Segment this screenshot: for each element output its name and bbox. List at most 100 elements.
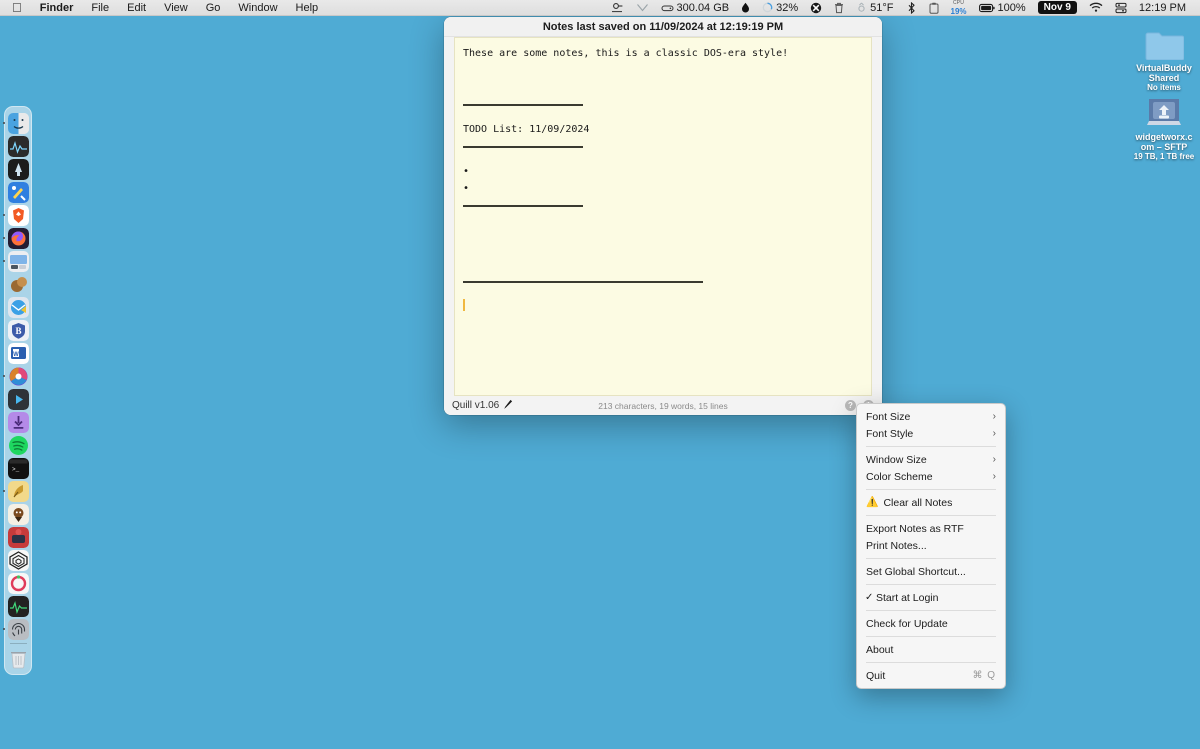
dock-item-firefox[interactable] xyxy=(3,227,30,249)
svg-text:B: B xyxy=(15,326,21,336)
chevron-right-icon: › xyxy=(992,428,996,439)
dock-item-color-wheel[interactable] xyxy=(3,365,30,387)
dock-item-utilities[interactable] xyxy=(6,181,30,203)
menu-item-check-for-update[interactable]: Check for Update xyxy=(857,615,1005,632)
clipboard-icon[interactable] xyxy=(923,2,945,14)
dock-item-monitor-app[interactable] xyxy=(6,595,30,617)
dock-item-finder[interactable] xyxy=(3,112,30,134)
menu-item-window-size[interactable]: Window Size › xyxy=(857,451,1005,468)
ring-app-icon xyxy=(7,572,29,594)
cpu-usage-indicator[interactable]: CPU 19% xyxy=(945,0,973,16)
sketch-app-icon xyxy=(7,503,29,525)
menu-item-about[interactable]: About xyxy=(857,641,1005,658)
dock-item-maze-app[interactable] xyxy=(6,549,30,571)
running-indicator-dot xyxy=(3,490,5,492)
bitwarden-icon: B xyxy=(7,319,29,341)
dock-item-screen-studio[interactable] xyxy=(3,250,30,272)
dock-item-downloads-app[interactable] xyxy=(6,411,30,433)
utilities-icon xyxy=(7,181,29,203)
menu-edit[interactable]: Edit xyxy=(118,0,155,16)
note-line xyxy=(463,62,863,79)
menu-bar-items: Finder File Edit View Go Window Help xyxy=(31,0,327,16)
dock: B W >_ xyxy=(3,106,32,675)
vpn-icon[interactable] xyxy=(630,2,655,13)
disk-space-indicator[interactable]: 300.04 GB xyxy=(655,0,736,16)
dock-item-gaming-app[interactable] xyxy=(6,526,30,548)
dock-item-media-player[interactable] xyxy=(6,388,30,410)
cpu-value: 19% xyxy=(950,7,967,16)
menu-item-label: Window Size xyxy=(866,453,927,466)
clock-display[interactable]: 12:19 PM xyxy=(1133,0,1192,16)
menu-item-label: Color Scheme xyxy=(866,470,933,483)
dock-item-bitwarden[interactable]: B xyxy=(6,319,30,341)
notes-app-icon: W xyxy=(7,342,29,364)
note-line: • xyxy=(463,166,470,177)
note-line xyxy=(463,79,863,96)
dock-item-fingerprint-app[interactable] xyxy=(3,618,30,640)
menu-item-shortcut: ⌘ Q xyxy=(972,670,996,681)
help-circle-icon[interactable]: ? xyxy=(845,400,856,411)
dock-item-mail-app[interactable] xyxy=(6,296,30,318)
spotify-icon xyxy=(8,435,29,456)
ink-drop-icon[interactable] xyxy=(735,2,756,13)
apple-logo-icon[interactable]:  xyxy=(0,1,31,14)
dock-item-quill[interactable] xyxy=(3,480,30,502)
desktop-icon-label: widgetworx.c xyxy=(1135,132,1193,142)
dock-item-spotify[interactable] xyxy=(6,434,30,456)
menu-item-start-at-login[interactable]: ✓ Start at Login xyxy=(857,589,1005,606)
trash-menubar-icon[interactable] xyxy=(828,2,850,14)
temperature-indicator[interactable]: 51°F xyxy=(850,0,899,16)
menu-item-font-style[interactable]: Font Style › xyxy=(857,425,1005,442)
time-value: 12:19 PM xyxy=(1138,1,1186,14)
quill-context-menu: Font Size › Font Style › Window Size › Color S… xyxy=(856,403,1006,689)
battery-percent-value: 100% xyxy=(997,1,1026,14)
dock-item-terminal[interactable]: >_ xyxy=(6,457,30,479)
wifi-icon[interactable] xyxy=(1083,2,1109,13)
dock-item-notes-app[interactable]: W xyxy=(6,342,30,364)
window-title-bar[interactable]: Notes last saved on 11/09/2024 at 12:19:… xyxy=(444,17,882,37)
desktop-icon-virtualbuddy[interactable]: VirtualBuddy Shared No items xyxy=(1126,26,1200,93)
dock-item-brave-browser[interactable] xyxy=(3,204,30,226)
media-player-icon xyxy=(7,388,29,410)
menu-item-quit[interactable]: Quit ⌘ Q xyxy=(857,667,1005,684)
menu-item-print-notes[interactable]: Print Notes... xyxy=(857,537,1005,554)
dock-item-sketch-app[interactable] xyxy=(6,503,30,525)
note-line xyxy=(463,256,863,273)
maze-app-icon xyxy=(7,549,29,571)
battery-indicator[interactable]: 100% xyxy=(973,0,1032,16)
menu-item-export-notes-as-rtf[interactable]: Export Notes as RTF xyxy=(857,520,1005,537)
dock-item-activity-monitor[interactable] xyxy=(6,135,30,157)
menu-item-font-size[interactable]: Font Size › xyxy=(857,408,1005,425)
desktop-icon-widgetworx-sftp[interactable]: widgetworx.c om – SFTP 19 TB, 1 TB free xyxy=(1126,95,1200,162)
desktop-icon-label: VirtualBuddy xyxy=(1136,63,1192,73)
menu-item-clear-all-notes[interactable]: ⚠️ Clear all Notes xyxy=(857,494,1005,511)
stats-icon xyxy=(7,158,29,180)
menu-item-set-global-shortcut[interactable]: Set Global Shortcut... xyxy=(857,563,1005,580)
date-display[interactable]: Nov 9 xyxy=(1032,1,1083,14)
menu-finder[interactable]: Finder xyxy=(31,0,83,16)
bartender-icon[interactable] xyxy=(605,2,630,13)
notes-text-area[interactable]: These are some notes, this is a classic … xyxy=(454,37,872,396)
menu-view[interactable]: View xyxy=(155,0,197,16)
control-center-icon[interactable] xyxy=(1109,2,1133,14)
running-indicator-dot xyxy=(3,375,5,377)
dock-item-nut-store[interactable] xyxy=(6,273,30,295)
battery-circle-indicator[interactable]: 32% xyxy=(756,0,804,16)
dock-item-stats[interactable] xyxy=(6,158,30,180)
menu-help[interactable]: Help xyxy=(287,0,328,16)
checkmark-icon: ✓ xyxy=(865,592,874,603)
menu-go[interactable]: Go xyxy=(197,0,230,16)
menu-window[interactable]: Window xyxy=(229,0,286,16)
cleaner-icon[interactable] xyxy=(804,2,828,14)
note-line xyxy=(463,146,863,163)
menu-file[interactable]: File xyxy=(82,0,118,16)
note-line: These are some notes, this is a classic … xyxy=(463,48,789,59)
bluetooth-icon[interactable] xyxy=(900,1,923,14)
menu-item-color-scheme[interactable]: Color Scheme › xyxy=(857,468,1005,485)
note-line xyxy=(463,205,863,222)
svg-text:>_: >_ xyxy=(12,466,20,473)
dock-item-trash[interactable] xyxy=(6,647,30,669)
running-indicator-dot xyxy=(3,237,5,239)
activity-monitor-icon xyxy=(7,135,29,157)
dock-item-ring-app[interactable] xyxy=(6,572,30,594)
